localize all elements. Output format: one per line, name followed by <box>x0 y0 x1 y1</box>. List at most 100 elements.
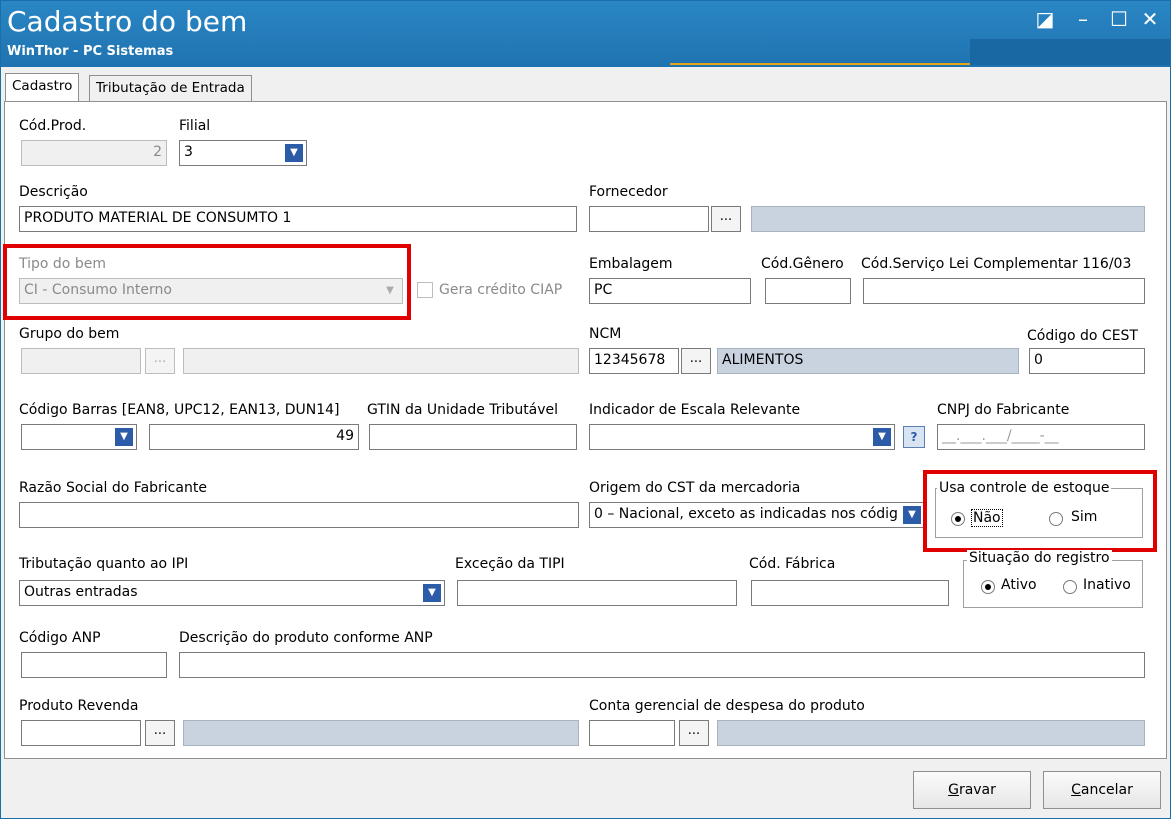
situacao-label: Situação do registro <box>967 550 1112 566</box>
escala-select[interactable]: ▼ <box>589 424 895 450</box>
tipo-bem-label: Tipo do bem <box>19 256 106 272</box>
razao-social-field[interactable] <box>19 502 579 528</box>
help-icon[interactable]: ? <box>903 426 925 448</box>
cod-barras-field[interactable]: 49 <box>149 424 359 450</box>
title-decoration <box>970 39 1170 65</box>
cnpj-field[interactable]: __.___.___/____-__ <box>937 424 1145 450</box>
tipo-bem-select: CI - Consumo Interno ▼ <box>19 278 403 304</box>
excecao-tipi-label: Exceção da TIPI <box>455 556 565 572</box>
title-bar: Cadastro do bem WinThor - PC Sistemas ◪ … <box>1 1 1170 67</box>
close-icon[interactable]: ✕ <box>1136 5 1164 33</box>
cod-barras-label: Código Barras [EAN8, UPC12, EAN13, DUN14… <box>19 402 340 418</box>
situacao-ativo-radio[interactable] <box>981 580 995 594</box>
chevron-down-icon[interactable]: ▼ <box>423 584 441 602</box>
cancelar-button[interactable]: Cancelar <box>1043 771 1161 809</box>
minimize-icon[interactable]: – <box>1069 5 1097 33</box>
cest-label: Código do CEST <box>1027 328 1138 344</box>
gravar-mnemonic: G <box>948 782 959 798</box>
tipo-bem-value: CI - Consumo Interno <box>24 282 172 298</box>
cnpj-mask: __.___.___/____-__ <box>942 428 1059 444</box>
cod-prod-field: 2 <box>21 140 167 166</box>
produto-revenda-label: Produto Revenda <box>19 698 139 714</box>
codigo-anp-label: Código ANP <box>19 630 101 646</box>
ncm-search-button[interactable]: ... <box>681 348 711 374</box>
tab-panel-cadastro: Cód.Prod. 2 Filial 3 ▼ Descrição PRODUTO… <box>3 101 1167 759</box>
descricao-anp-field[interactable] <box>179 652 1145 678</box>
gera-credito-label: Gera crédito CIAP <box>439 282 563 298</box>
estoque-sim-label[interactable]: Sim <box>1071 509 1097 525</box>
cod-fabrica-label: Cód. Fábrica <box>749 556 836 572</box>
origem-cst-value: 0 – Nacional, exceto as indicadas nos có… <box>594 506 898 522</box>
fornecedor-field[interactable] <box>589 206 709 232</box>
cancelar-label: ancelar <box>1080 782 1133 798</box>
estoque-sim-radio[interactable] <box>1049 512 1063 526</box>
cod-barras-type-select[interactable]: ▼ <box>21 424 137 450</box>
fornecedor-label: Fornecedor <box>589 184 668 200</box>
tributacao-ipi-label: Tributação quanto ao IPI <box>19 556 189 572</box>
grupo-bem-search-button: ... <box>145 348 175 374</box>
filial-select[interactable]: 3 ▼ <box>179 140 307 166</box>
descricao-field[interactable]: PRODUTO MATERIAL DE CONSUMTO 1 <box>19 206 577 232</box>
chevron-down-icon[interactable]: ▼ <box>873 428 891 446</box>
cod-servico-label: Cód.Serviço Lei Complementar 116/03 <box>861 256 1132 272</box>
cnpj-label: CNPJ do Fabricante <box>937 402 1070 418</box>
cancelar-mnemonic: C <box>1071 782 1081 798</box>
cod-prod-label: Cód.Prod. <box>19 118 87 134</box>
estoque-nao-radio[interactable] <box>951 512 965 526</box>
window-subtitle: WinThor - PC Sistemas <box>7 44 174 59</box>
grupo-bem-description <box>183 348 579 374</box>
chevron-down-icon[interactable]: ▼ <box>115 428 133 446</box>
ncm-label: NCM <box>589 326 622 342</box>
produto-revenda-description <box>183 720 579 746</box>
estoque-nao-label[interactable]: Não <box>971 509 1003 527</box>
restore-icon[interactable]: ◪ <box>1031 5 1059 33</box>
grupo-bem-label: Grupo do bem <box>19 326 120 342</box>
window-title: Cadastro do bem <box>7 5 248 38</box>
cod-fabrica-field[interactable] <box>751 580 949 606</box>
ncm-description: ALIMENTOS <box>717 348 1019 374</box>
conta-gerencial-description <box>717 720 1145 746</box>
tab-cadastro[interactable]: Cadastro <box>5 73 80 103</box>
codigo-anp-field[interactable] <box>21 652 167 678</box>
gravar-label: ravar <box>958 782 996 798</box>
conta-gerencial-search-button[interactable]: ... <box>679 720 709 746</box>
excecao-tipi-field[interactable] <box>457 580 737 606</box>
origem-cst-select[interactable]: 0 – Nacional, exceto as indicadas nos có… <box>589 502 925 528</box>
estoque-label: Usa controle de estoque <box>937 480 1112 496</box>
fornecedor-search-button[interactable]: ... <box>711 206 741 232</box>
tributacao-ipi-value: Outras entradas <box>24 584 138 600</box>
embalagem-field[interactable]: PC <box>589 278 751 304</box>
situacao-inativo-label[interactable]: Inativo <box>1083 577 1131 593</box>
produto-revenda-search-button[interactable]: ... <box>145 720 175 746</box>
cod-genero-label: Cód.Gênero <box>761 256 844 272</box>
cadastro-window: Cadastro do bem WinThor - PC Sistemas ◪ … <box>0 0 1171 819</box>
gera-credito-checkbox <box>417 282 433 298</box>
conta-gerencial-field[interactable] <box>589 720 675 746</box>
tab-tributacao-entrada[interactable]: Tributação de Entrada <box>89 75 252 103</box>
gtin-field[interactable] <box>369 424 577 450</box>
tributacao-ipi-select[interactable]: Outras entradas ▼ <box>19 580 445 606</box>
chevron-down-icon[interactable]: ▼ <box>285 144 303 162</box>
conta-gerencial-label: Conta gerencial de despesa do produto <box>589 698 865 714</box>
ncm-field[interactable]: 12345678 <box>589 348 679 374</box>
maximize-icon[interactable]: ☐ <box>1105 5 1133 33</box>
situacao-inativo-radio[interactable] <box>1063 580 1077 594</box>
descricao-label: Descrição <box>19 184 88 200</box>
situacao-ativo-label[interactable]: Ativo <box>1001 577 1037 593</box>
title-decoration-line <box>670 63 970 65</box>
filial-value: 3 <box>184 144 193 160</box>
fornecedor-description <box>751 206 1145 232</box>
gravar-button[interactable]: Gravar <box>913 771 1031 809</box>
produto-revenda-field[interactable] <box>21 720 141 746</box>
cod-genero-field[interactable] <box>765 278 851 304</box>
chevron-down-icon[interactable]: ▼ <box>903 506 921 524</box>
gtin-label: GTIN da Unidade Tributável <box>367 402 559 418</box>
origem-cst-label: Origem do CST da mercadoria <box>589 480 801 496</box>
cest-field[interactable]: 0 <box>1029 348 1145 374</box>
grupo-bem-field <box>21 348 141 374</box>
razao-social-label: Razão Social do Fabricante <box>19 480 207 496</box>
cod-servico-field[interactable] <box>863 278 1145 304</box>
filial-label: Filial <box>179 118 211 134</box>
escala-label: Indicador de Escala Relevante <box>589 402 801 418</box>
embalagem-label: Embalagem <box>589 256 673 272</box>
